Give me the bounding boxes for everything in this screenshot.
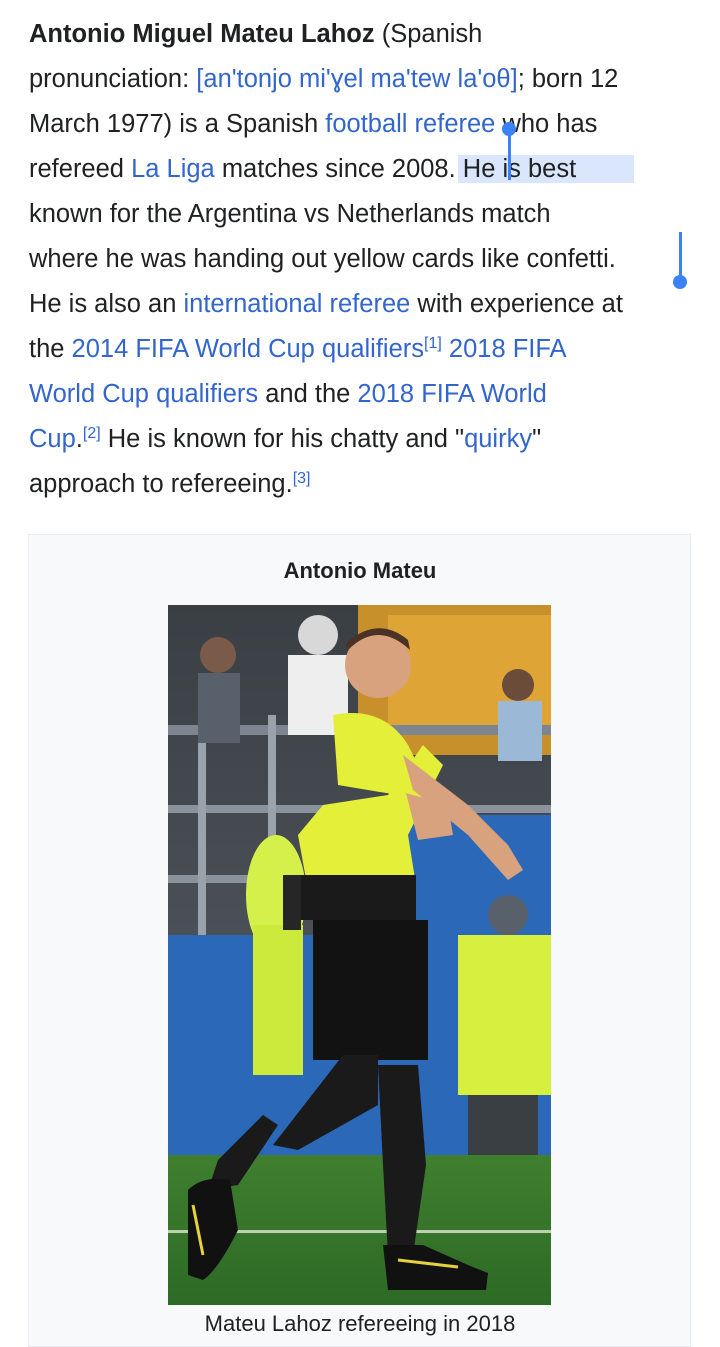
text-span: (Spanish — [374, 20, 483, 48]
text-line: He is also an international referee with… — [29, 282, 699, 327]
infobox-title: Antonio Mateu — [283, 558, 437, 583]
selection-start-handle[interactable] — [508, 130, 511, 180]
wc-2018-qualifiers-link[interactable]: World Cup qualifiers — [29, 380, 258, 408]
selected-text[interactable]: where he was handing out yellow cards li… — [29, 245, 616, 273]
text-line: pronunciation: [an'tonjo mi'ɣel ma'tew l… — [29, 57, 699, 102]
referee-photo-image — [168, 605, 551, 1305]
text-line: approach to refereeing.[3] — [29, 462, 699, 507]
text-span: " — [532, 425, 542, 453]
text-line: March 1977) is a Spanish football refere… — [29, 102, 699, 147]
text-line: World Cup qualifiers and the 2018 FIFA W… — [29, 372, 699, 417]
selection-end-knob[interactable] — [673, 275, 687, 289]
wc-2018-link[interactable]: Cup — [29, 425, 76, 453]
international-referee-link[interactable]: international referee — [184, 290, 411, 318]
text-span: pronunciation: — [29, 65, 197, 93]
reference-3[interactable]: [3] — [293, 470, 311, 487]
text-span: the — [29, 335, 72, 363]
quirky-link[interactable]: quirky — [464, 425, 532, 453]
infobox-caption: Mateu Lahoz refereeing in 2018 — [204, 1311, 516, 1336]
referee-photo[interactable] — [168, 605, 551, 1305]
reference-2[interactable]: [2] — [83, 425, 101, 442]
selection-start-knob[interactable] — [502, 122, 516, 136]
selected-text[interactable]: He is best — [457, 155, 635, 183]
text-span: March 1977) is a Spanish — [29, 110, 326, 138]
wc-2018-link[interactable]: 2018 FIFA World — [357, 380, 546, 408]
text-line: Antonio Miguel Mateu Lahoz (Spanish — [29, 12, 699, 57]
la-liga-link[interactable]: La Liga — [131, 155, 215, 183]
text-span: He is known for his chatty and " — [100, 425, 465, 453]
text-span: He is also an — [29, 290, 184, 318]
text-span: . — [75, 425, 83, 453]
reference-1[interactable]: [1] — [424, 335, 442, 352]
ipa-link[interactable]: [an'tonjo mi'ɣel ma'tew la'oθ] — [196, 65, 517, 93]
subject-name: Antonio Miguel Mateu Lahoz — [29, 20, 375, 48]
football-referee-link[interactable]: football referee — [325, 110, 495, 138]
text-line: the 2014 FIFA World Cup qualifiers[1] 20… — [29, 327, 699, 372]
wc-2014-qualifiers-link[interactable]: 2014 FIFA World Cup qualifiers — [72, 335, 424, 363]
text-span: matches since 2008. — [214, 155, 463, 183]
text-line: where he was handing out yellow cards li… — [0, 237, 699, 282]
text-line: refereed La Liga matches since 2008. He … — [29, 147, 699, 192]
text-line: known for the Argentina vs Netherlands m… — [0, 192, 699, 237]
selection-end-handle[interactable] — [679, 232, 682, 280]
text-span: and the — [258, 380, 358, 408]
text-line: Cup.[2] He is known for his chatty and "… — [29, 417, 699, 462]
selected-text[interactable]: known for the Argentina vs Netherlands m… — [29, 200, 551, 228]
article-paragraph: Antonio Miguel Mateu Lahoz (Spanish pron… — [0, 12, 699, 507]
wc-2018-qualifiers-link[interactable]: 2018 FIFA — [442, 335, 567, 363]
text-span: refereed — [29, 155, 132, 183]
text-span: with experience at — [410, 290, 623, 318]
text-span: ; born 12 — [517, 65, 619, 93]
text-span: approach to refereeing. — [29, 470, 293, 498]
